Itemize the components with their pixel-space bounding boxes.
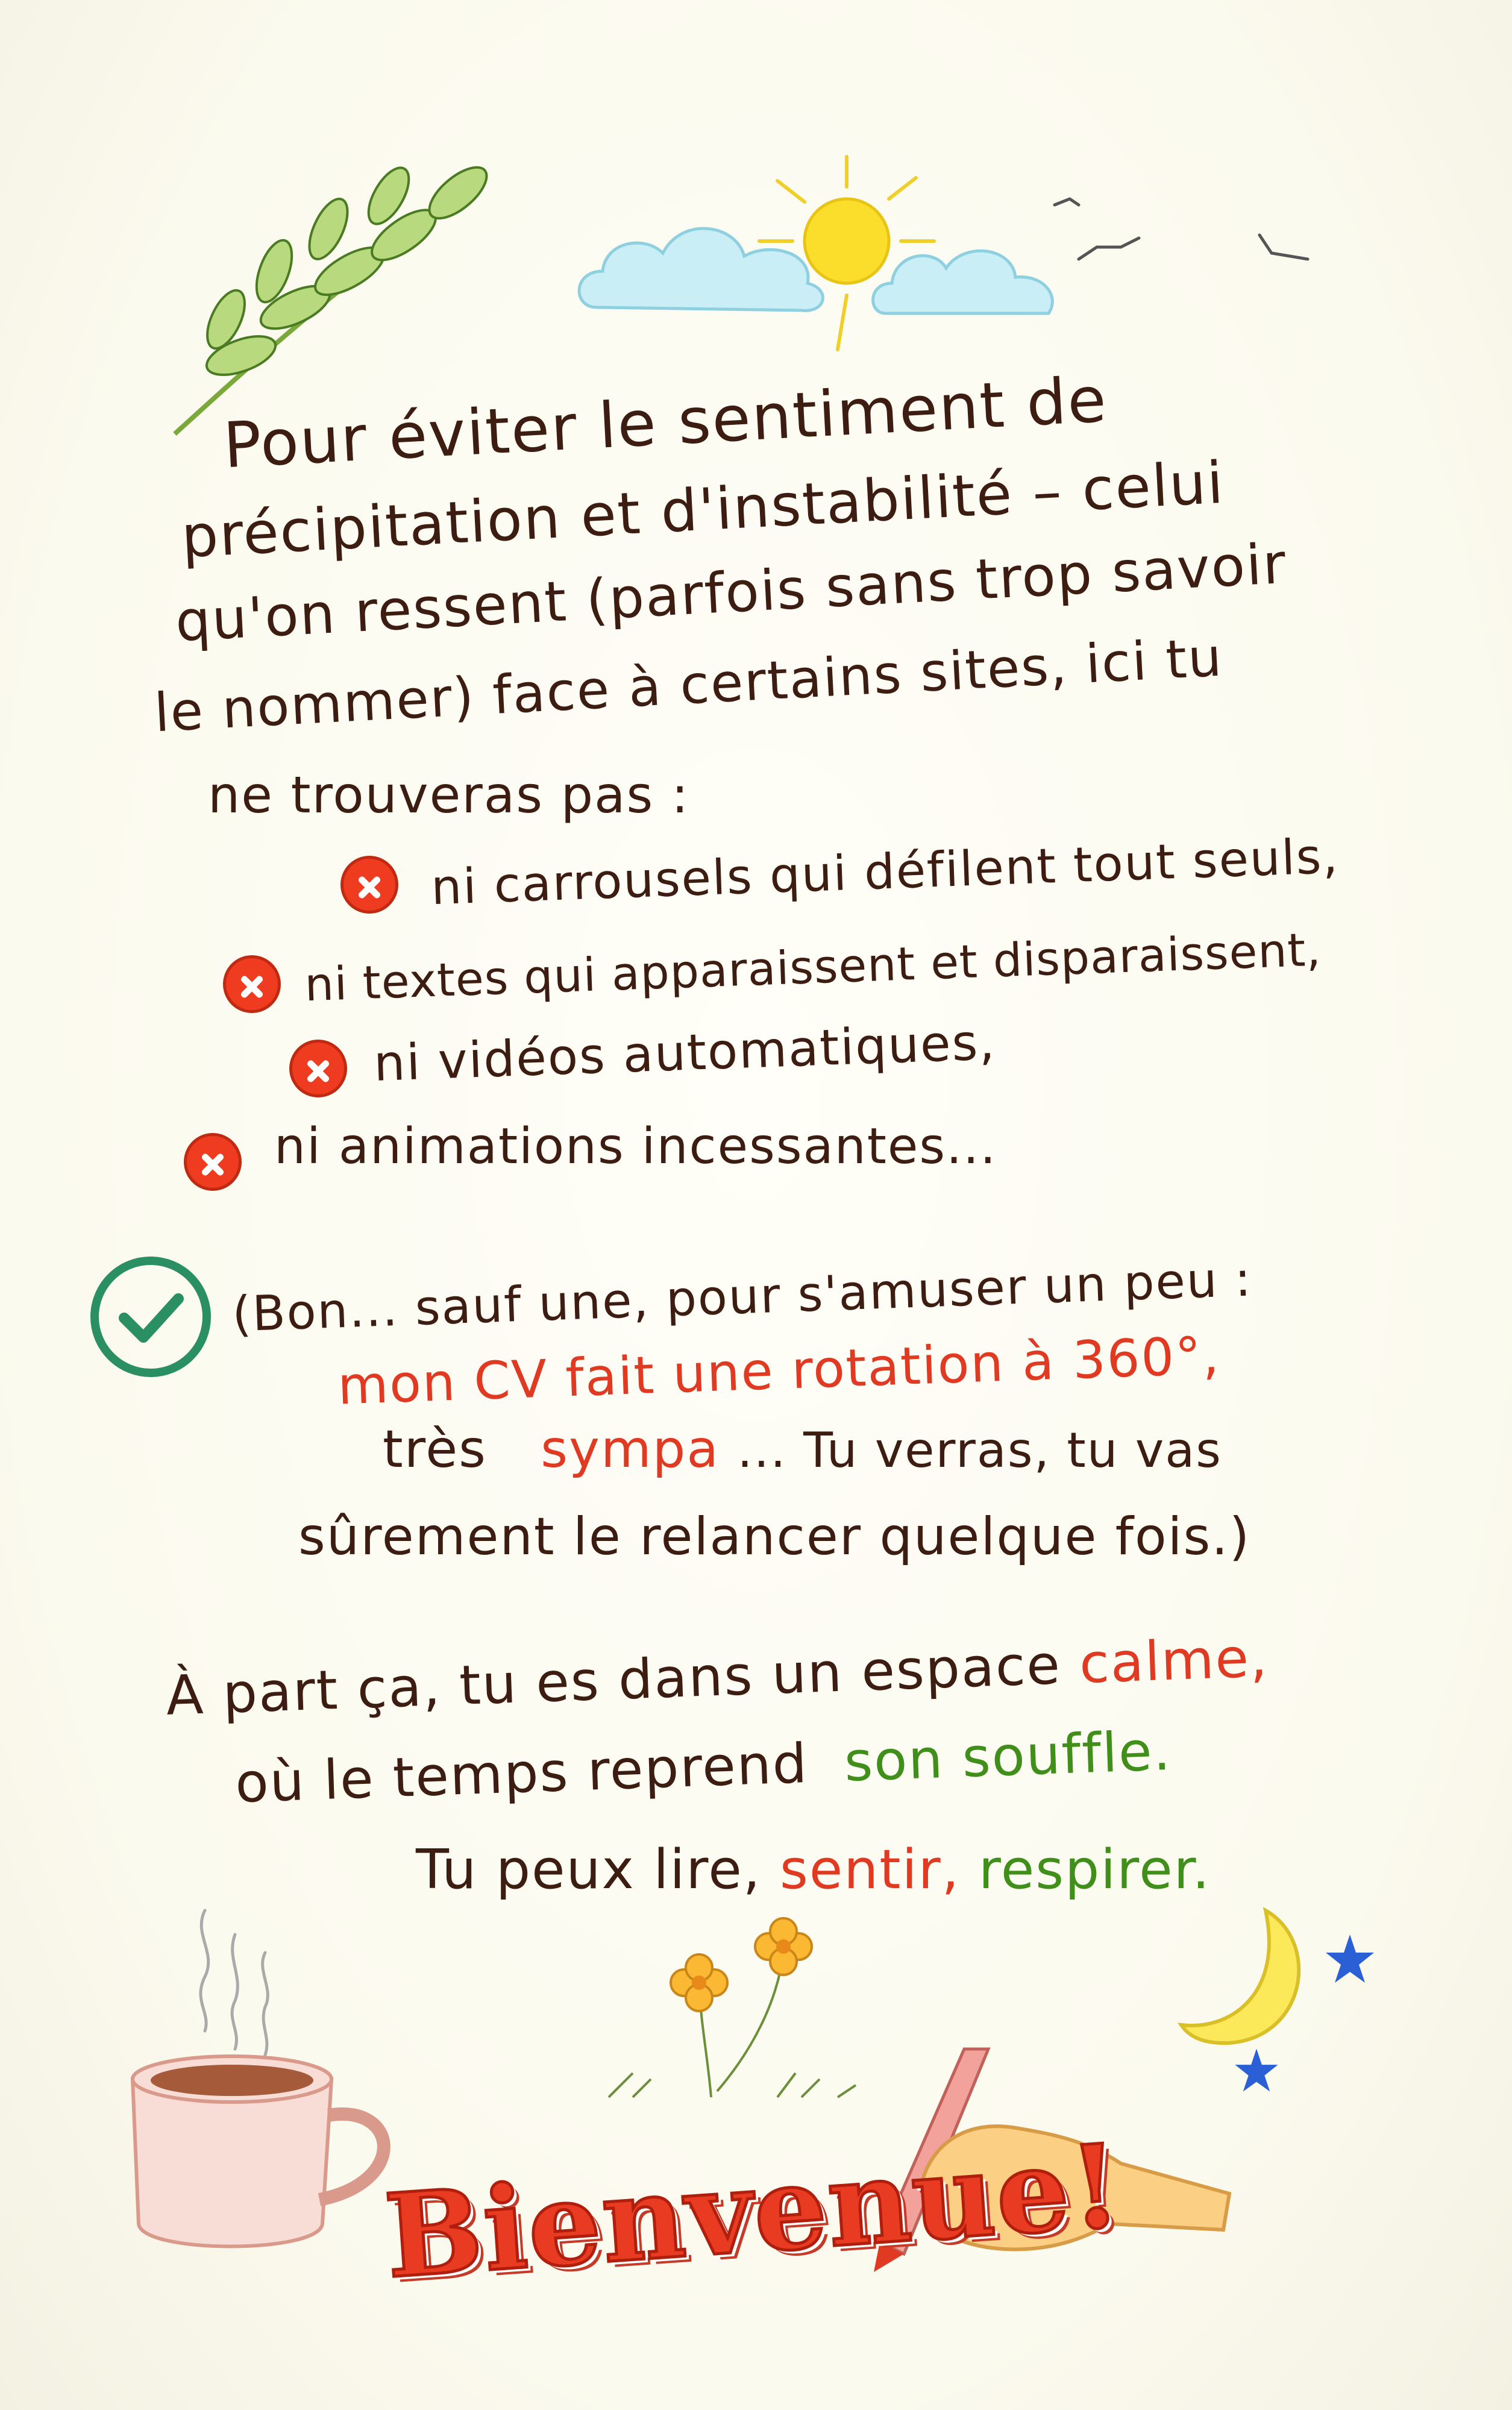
exception-line-3-end: ... Tu verras, tu vas xyxy=(737,1422,1222,1478)
calm-text: À part ça, tu es dans un espace xyxy=(165,1633,1062,1728)
birds-icon xyxy=(1053,197,1310,261)
cloud-right-icon xyxy=(871,249,1054,315)
forbidden-icon xyxy=(184,1133,242,1191)
check-circle-icon xyxy=(90,1257,211,1377)
list-item-text: ni animations incessantes... xyxy=(274,1118,997,1175)
exception-line-4: sûrement le relancer quelque fois.) xyxy=(298,1507,1251,1567)
welcome-card: Pour éviter le sentiment de précipitatio… xyxy=(0,0,1512,2410)
forbidden-icon xyxy=(340,856,398,914)
calm-line-1: À part ça, tu es dans un espace calme, xyxy=(165,1626,1269,1728)
forbidden-icon xyxy=(289,1040,347,1097)
star-icon xyxy=(1326,1935,1374,1983)
cloud-left-icon xyxy=(577,227,824,312)
calm-line-2: où le temps reprend son souffle. xyxy=(234,1719,1173,1815)
calm-text: où le temps reprend xyxy=(234,1731,809,1816)
exception-line-2: mon CV fait une rotation à 360°, xyxy=(336,1325,1222,1417)
calm-word-sentir: sentir, xyxy=(780,1838,961,1901)
flowers-icon xyxy=(607,1917,857,2098)
calm-word-calme: calme, xyxy=(1078,1626,1270,1696)
calm-text: Tu peux lire, xyxy=(416,1838,762,1901)
exception-word-tres: très xyxy=(383,1419,487,1480)
calm-words-son-souffle: son souffle. xyxy=(843,1719,1173,1794)
exception-line-3: très sympa ... Tu verras, tu vas xyxy=(383,1419,1222,1480)
exception-line-1: (Bon... sauf une, pour s'amuser un peu : xyxy=(231,1251,1253,1343)
forbidden-icon xyxy=(223,955,281,1013)
exception-word-sympa: sympa xyxy=(541,1419,720,1480)
list-item-text: ni carrousels qui défilent tout seuls, xyxy=(430,827,1340,916)
list-item-text: ni vidéos automatiques, xyxy=(372,1014,997,1093)
calm-word-respirer: respirer. xyxy=(978,1838,1211,1901)
calm-line-3: Tu peux lire, sentir, respirer. xyxy=(416,1838,1211,1901)
intro-line-5: ne trouveras pas : xyxy=(208,765,690,824)
list-item-text: ni textes qui apparaissent et disparaiss… xyxy=(303,922,1322,1012)
